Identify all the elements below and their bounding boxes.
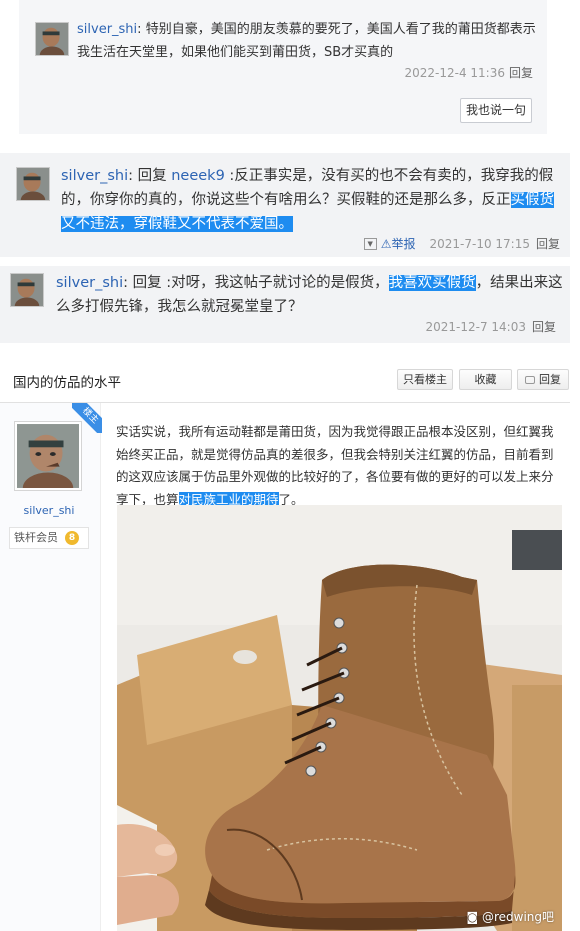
- report-link[interactable]: ⚠举报: [381, 235, 416, 252]
- post: silver_shi 铁杆会员 8 楼主 实话实说，我所有运动鞋都是莆田货，因为…: [0, 403, 570, 931]
- reply-content: :反正事实是，没有买的也不会有卖的，我穿我的假的，你穿你的真的，你说这些个有啥用…: [61, 168, 554, 208]
- reply-prefix: 回复: [132, 275, 162, 291]
- reply-content: 特别自豪，美国的朋友羡慕的要死了，美国人看了我的莆田货都表示我生活在天堂里，如果…: [77, 22, 536, 60]
- reply-time: 2021-12-7 14:03: [425, 320, 526, 334]
- watermark-text: @redwing吧: [481, 910, 554, 924]
- avatar-image: [17, 424, 79, 488]
- avatar-image: [17, 168, 49, 200]
- reply-item: silver_shi: 回复 :对呀，我这帖子就讨论的是假货，我喜欢买假货，结果…: [0, 266, 570, 343]
- reply-content: :对呀，我这帖子就讨论的是假货，: [161, 275, 389, 291]
- reply-item: silver_shi: 特别自豪，美国的朋友羡慕的要死了，美国人看了我的莆田货都…: [19, 0, 547, 134]
- reply-meta: 2021-12-7 14:03 回复: [425, 318, 556, 335]
- comment-icon: [525, 376, 535, 384]
- reply-meta: ▼ ⚠举报 2021-7-10 17:15 回复: [363, 235, 560, 252]
- reply-prefix: 回复: [137, 168, 167, 184]
- avatar[interactable]: [16, 167, 50, 201]
- avatar-image: [36, 23, 68, 55]
- reply-button[interactable]: 回复: [517, 369, 569, 390]
- reply-username[interactable]: silver_shi: [61, 168, 128, 184]
- reply-to-username[interactable]: neeek9: [171, 168, 225, 184]
- watermark: ◙ @redwing吧: [466, 908, 554, 925]
- chevron-down-icon[interactable]: ▼: [363, 237, 377, 250]
- reply-text: silver_shi: 回复 neeek9 :反正事实是，没有买的也不会有卖的，…: [61, 168, 554, 232]
- reply-username[interactable]: silver_shi: [56, 275, 123, 291]
- op-badge: 楼主: [72, 403, 102, 433]
- reply-time: 2022-12-4 11:36: [404, 66, 505, 80]
- level-name: 铁杆会员: [14, 531, 58, 544]
- camera-icon: ◙: [466, 910, 479, 924]
- thread-header: 国内的仿品的水平 只看楼主 收藏 回复: [0, 357, 570, 403]
- author-name[interactable]: silver_shi: [0, 504, 98, 517]
- reply-time: 2021-7-10 17:15: [429, 236, 530, 251]
- boot-photo-image: [117, 505, 562, 931]
- reply-text: silver_shi: 回复 :对呀，我这帖子就讨论的是假货，我喜欢买假货，结果…: [56, 275, 563, 315]
- reply-button-label: 回复: [539, 373, 561, 386]
- op-badge-label: 楼主: [72, 403, 102, 433]
- boot-photo[interactable]: ◙ @redwing吧: [117, 505, 562, 931]
- avatar[interactable]: [10, 273, 44, 307]
- report-label: 举报: [391, 237, 416, 251]
- post-text: 实话实说，我所有运动鞋都是莆田货，因为我觉得跟正品根本没区别，但红翼我始终买正品…: [116, 421, 564, 511]
- avatar[interactable]: [35, 22, 69, 56]
- reply-meta: 2022-12-4 11:36 回复: [404, 64, 533, 81]
- level-badge: 8: [65, 531, 79, 545]
- avatar-image: [11, 274, 43, 306]
- reply-text: silver_shi: 特别自豪，美国的朋友羡慕的要死了，美国人看了我的莆田货都…: [77, 22, 536, 60]
- member-level: 铁杆会员 8: [9, 527, 89, 549]
- highlighted-text: 我喜欢买假货: [388, 275, 476, 291]
- favorite-button[interactable]: 收藏: [459, 369, 512, 390]
- reply-link[interactable]: 回复: [536, 235, 560, 252]
- reply-username[interactable]: silver_shi: [77, 22, 137, 37]
- reply-link[interactable]: 回复: [532, 320, 556, 334]
- thread-title: 国内的仿品的水平: [13, 375, 121, 391]
- author-sidebar: silver_shi 铁杆会员 8: [0, 403, 101, 931]
- reply-link[interactable]: 回复: [509, 66, 533, 80]
- only-op-button[interactable]: 只看楼主: [397, 369, 453, 390]
- reply-item: silver_shi: 回复 neeek9 :反正事实是，没有买的也不会有卖的，…: [0, 153, 570, 257]
- say-something-button[interactable]: 我也说一句: [460, 98, 532, 123]
- warning-icon: ⚠: [380, 237, 392, 251]
